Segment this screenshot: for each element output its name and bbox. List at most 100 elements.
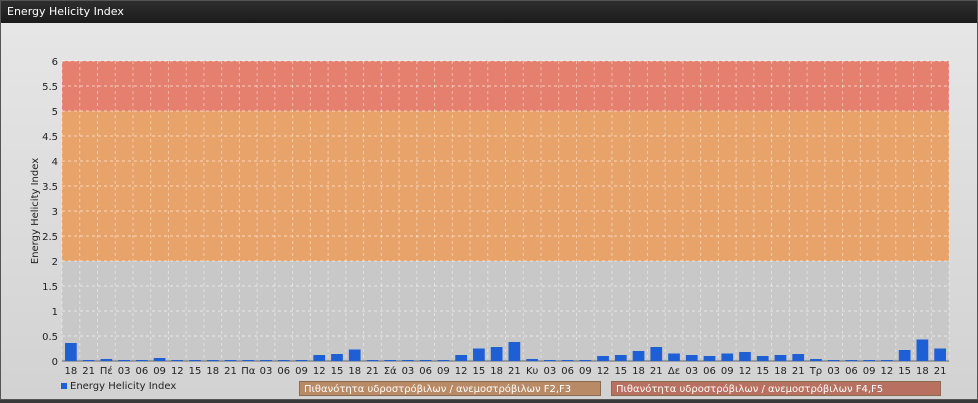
y-tick-label: 4	[52, 157, 58, 168]
bar-26	[526, 359, 538, 361]
x-tick-label: 06	[845, 366, 858, 377]
y-tick-label: 3.5	[42, 182, 58, 193]
x-tick-label: 18	[632, 366, 645, 377]
x-tick-label: 21	[82, 366, 95, 377]
x-tick-label: 15	[898, 366, 911, 377]
x-tick-label: Τρ	[809, 366, 822, 377]
y-tick-label: 6	[52, 57, 58, 68]
bar-43	[827, 360, 840, 361]
x-tick-label: Πα	[241, 366, 256, 377]
bar-48	[916, 339, 929, 361]
x-tick-label: 15	[189, 366, 202, 377]
bar-13	[295, 360, 308, 361]
x-tick-label: 03	[543, 366, 556, 377]
x-tick-label: 18	[348, 366, 361, 377]
x-tick-label: 15	[614, 366, 627, 377]
y-tick-label: 5.5	[42, 82, 58, 93]
bar-40	[774, 355, 787, 361]
x-tick-label: 21	[650, 366, 663, 377]
bar-14	[313, 355, 326, 361]
bar-42	[810, 359, 822, 361]
x-tick-label: 18	[916, 366, 929, 377]
x-tick-label: 15	[331, 366, 344, 377]
x-tick-label: 09	[721, 366, 734, 377]
x-tick-label: 03	[260, 366, 273, 377]
x-tick-label: 21	[224, 366, 237, 377]
bar-27	[543, 360, 556, 361]
bar-47	[898, 350, 911, 361]
bar-46	[881, 360, 893, 361]
bar-41	[792, 354, 805, 361]
x-tick-label: 09	[153, 366, 166, 377]
y-tick-label: 2.5	[42, 232, 58, 243]
y-tick-label: 0	[52, 357, 58, 368]
legend-band-f2f3[interactable]: Πιθανότητα υδροστρόβιλων / ανεμοστρόβιλω…	[299, 381, 601, 396]
x-tick-label: 18	[774, 366, 787, 377]
x-tick-label: Κυ	[526, 366, 539, 377]
x-tick-label: 21	[366, 366, 379, 377]
y-tick-label: 0.5	[42, 332, 58, 343]
bar-28	[561, 360, 574, 361]
y-tick-label: 1	[52, 307, 58, 318]
bar-30	[597, 356, 609, 361]
bar-34	[668, 353, 680, 361]
x-tick-label: 21	[508, 366, 521, 377]
bar-31	[614, 355, 627, 361]
x-tick-label: 03	[118, 366, 131, 377]
bar-39	[756, 356, 769, 361]
y-tick-label: 4.5	[42, 132, 58, 143]
bar-20	[419, 360, 432, 361]
bar-29	[579, 360, 592, 361]
chart-window: Energy Helicity Index 0 0.5 1 1.5 2 2.5 3 3.5 4 4…	[0, 0, 978, 400]
x-tick-label: 12	[171, 366, 184, 377]
x-tick-label: 12	[739, 366, 752, 377]
y-tick-label: 2	[52, 257, 58, 268]
y-tick-label: 5	[52, 107, 58, 118]
x-tick-label: Δε	[668, 366, 680, 377]
x-tick-label: 06	[561, 366, 574, 377]
x-tick-label: 03	[827, 366, 840, 377]
x-tick-label: 06	[703, 366, 716, 377]
bar-18	[384, 360, 397, 361]
x-tick-label: 15	[473, 366, 486, 377]
bar-33	[650, 347, 663, 361]
x-tick-label: 03	[685, 366, 698, 377]
window-title: Energy Helicity Index	[1, 1, 977, 23]
bar-10	[242, 360, 255, 361]
x-tick-label: 09	[863, 366, 876, 377]
bar-4	[135, 360, 148, 361]
chart-area: 0 0.5 1 1.5 2 2.5 3 3.5 4 4.5 5 5.5 6 18 21 Πέ 03 06 09 12 1…	[1, 23, 977, 399]
legend-band-f4f5[interactable]: Πιθανότητα υδροστρόβιλων / ανεμοστρόβιλω…	[611, 381, 941, 396]
bar-1	[82, 360, 95, 361]
x-tick-label: 09	[295, 366, 308, 377]
bar-16	[348, 349, 361, 361]
bar-8	[206, 360, 219, 361]
legend-series[interactable]: Energy Helicity Index	[61, 379, 176, 395]
x-tick-label: 21	[934, 366, 947, 377]
bar-45	[863, 360, 876, 361]
x-tick-label: 06	[135, 366, 148, 377]
legend-swatch	[61, 383, 67, 389]
x-tick-label: 09	[579, 366, 592, 377]
bar-11	[260, 360, 272, 361]
y-tick-label: 3	[52, 207, 58, 218]
x-tick-label: Σά	[384, 365, 397, 377]
bar-37	[721, 353, 734, 361]
bar-25	[508, 342, 521, 361]
legend-band-f2f3-label: Πιθανότητα υδροστρόβιλων / ανεμοστρόβιλω…	[304, 384, 572, 395]
bar-36	[703, 356, 716, 361]
bar-17	[366, 360, 379, 361]
bar-5	[153, 358, 166, 361]
x-tick-label: 12	[881, 366, 894, 377]
x-tick-label: 06	[277, 366, 290, 377]
x-tick-label: 18	[490, 366, 503, 377]
bar-12	[277, 360, 290, 361]
bar-0	[65, 343, 77, 361]
bar-15	[331, 354, 343, 361]
x-tick-label: 12	[313, 366, 326, 377]
x-tick-label: 09	[437, 366, 450, 377]
x-tick-label: 03	[402, 366, 415, 377]
y-axis-label: Energy Helicity Index	[30, 158, 41, 264]
y-tick-label: 1.5	[42, 282, 58, 293]
x-tick-label: Πέ	[100, 365, 113, 377]
